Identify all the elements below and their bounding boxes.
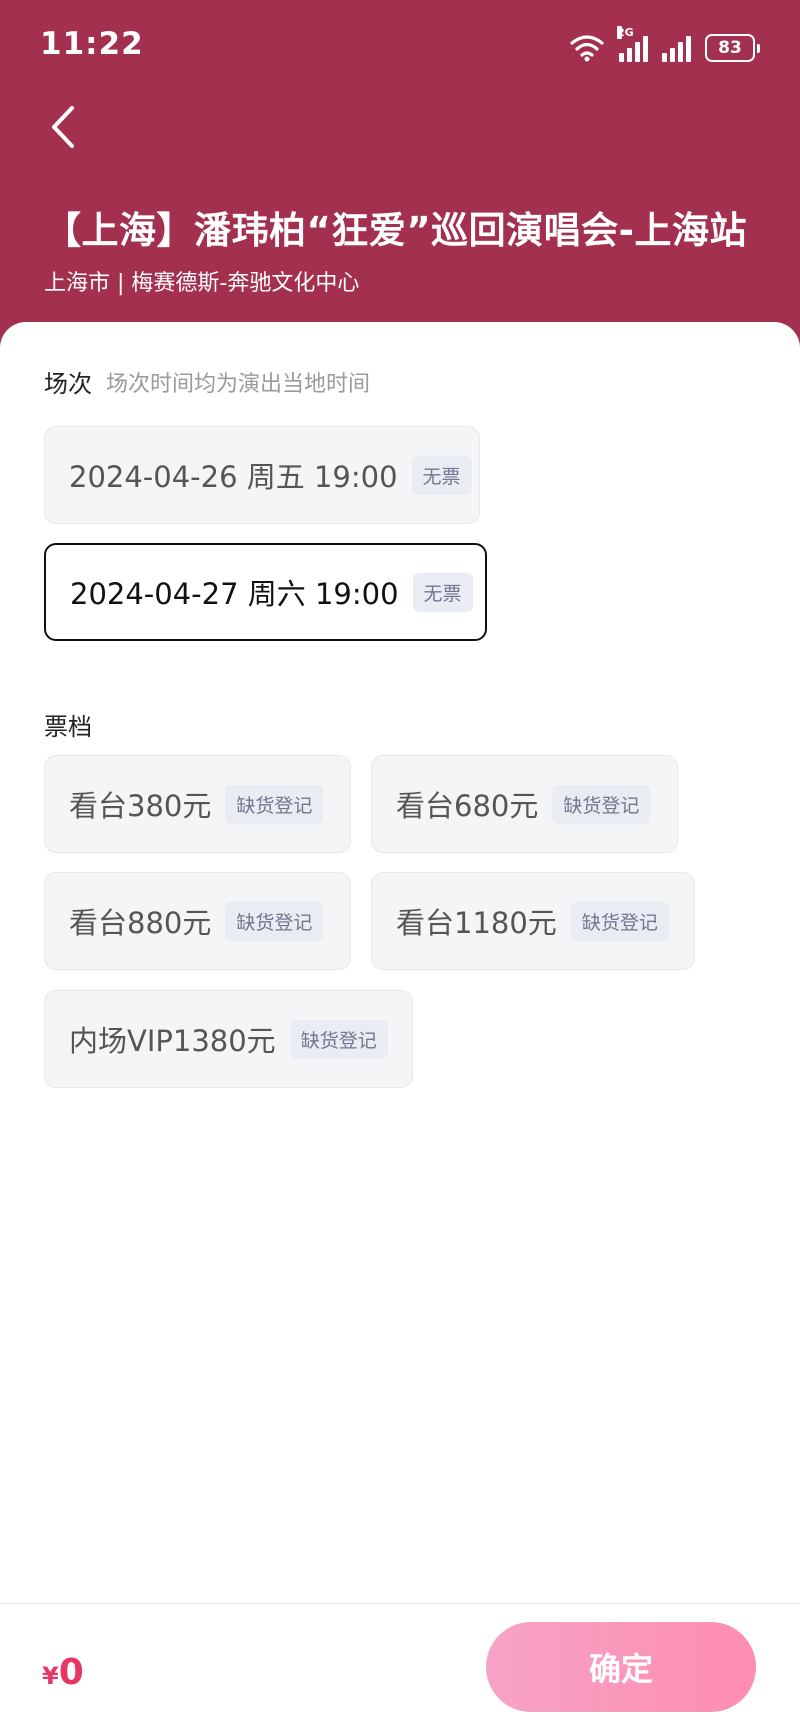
session-option[interactable]: 2024-04-26 周五 19:00 无票: [44, 426, 480, 524]
ticket-price: 看台1180元: [396, 906, 557, 940]
status-icons: 2G 83: [569, 26, 760, 62]
ticket-option[interactable]: 看台1180元 缺货登记: [371, 872, 695, 970]
ticket-price: 看台380元: [69, 789, 212, 823]
back-arrow-icon[interactable]: [44, 102, 84, 152]
ticket-tier-label: 票档: [44, 713, 92, 741]
waitlist-tag: 缺货登记: [225, 901, 324, 941]
ticket-option[interactable]: 看台880元 缺货登记: [44, 872, 351, 970]
battery-icon: 83: [705, 34, 760, 62]
session-label: 场次: [44, 370, 92, 398]
waitlist-tag: 缺货登记: [289, 1019, 388, 1059]
session-option-selected[interactable]: 2024-04-27 周六 19:00 无票: [44, 543, 487, 641]
no-ticket-tag: 无票: [411, 455, 472, 495]
price-amount: 0: [58, 1652, 84, 1693]
signal-icon: [662, 34, 691, 62]
no-ticket-tag: 无票: [412, 572, 473, 612]
waitlist-tag: 缺货登记: [570, 901, 669, 941]
wifi-icon: [569, 32, 605, 62]
session-date: 2024-04-26 周五 19:00: [69, 460, 398, 494]
network-type: 2G: [617, 26, 634, 39]
footer-bar: ¥0 确定: [0, 1603, 800, 1728]
waitlist-tag: 缺货登记: [225, 784, 324, 824]
event-title: 【上海】潘玮柏“狂爱”巡回演唱会-上海站: [44, 209, 747, 252]
ticket-option[interactable]: 看台380元 缺货登记: [44, 755, 351, 853]
battery-level: 83: [705, 34, 755, 62]
ticket-price: 看台880元: [69, 906, 212, 940]
ticket-price: 内场VIP1380元: [69, 1024, 276, 1058]
session-date: 2024-04-27 周六 19:00: [70, 577, 399, 611]
status-time: 11:22: [40, 26, 144, 62]
waitlist-tag: 缺货登记: [552, 784, 651, 824]
signal-2g-icon: 2G: [617, 26, 648, 62]
ticket-price: 看台680元: [396, 789, 539, 823]
total-price: ¥0: [42, 1652, 84, 1693]
confirm-button[interactable]: 确定: [486, 1622, 756, 1712]
selection-panel: 场次 场次时间均为演出当地时间 2024-04-26 周五 19:00 无票 2…: [0, 322, 800, 1727]
session-note: 场次时间均为演出当地时间: [106, 372, 371, 397]
currency-symbol: ¥: [42, 1662, 59, 1690]
ticket-option[interactable]: 看台680元 缺货登记: [371, 755, 678, 853]
event-venue: 上海市 | 梅赛德斯-奔驰文化中心: [44, 271, 360, 296]
header: 11:22 2G 83 【上海】潘玮柏“狂爱”巡回演唱会-上海站 上海市 | 梅…: [0, 0, 800, 360]
ticket-option[interactable]: 内场VIP1380元 缺货登记: [44, 990, 413, 1088]
